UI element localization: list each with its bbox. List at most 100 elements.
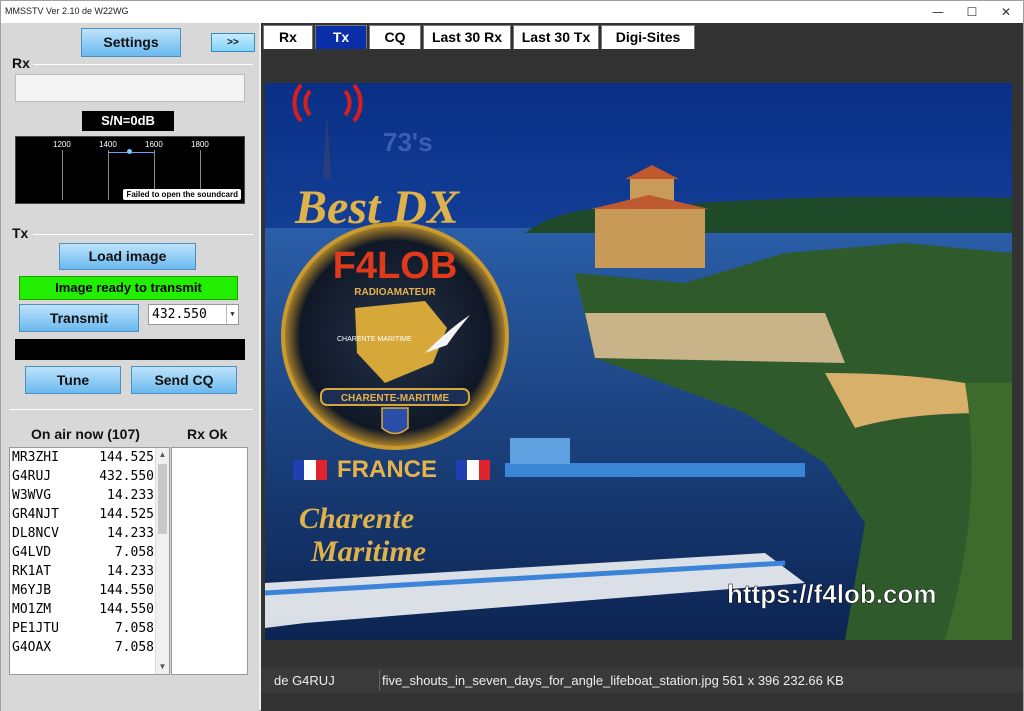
scroll-up-icon[interactable]: ▲ [156, 448, 169, 462]
transmit-button[interactable]: Transmit [19, 304, 139, 332]
close-icon[interactable]: ✕ [989, 1, 1023, 23]
ribbon-label: CHARENTE-MARITIME [341, 393, 450, 404]
station-call: M6YJB [12, 583, 52, 598]
list-item[interactable]: G4OAX 7.058 [12, 640, 154, 658]
tab-digi-sites[interactable]: Digi-Sites [601, 25, 695, 49]
status-bar: de G4RUJ five_shouts_in_seven_days_for_a… [261, 668, 1023, 693]
country-label: FRANCE [337, 456, 437, 483]
settings-button[interactable]: Settings [81, 28, 181, 57]
station-freq: 432.550 [99, 469, 154, 484]
station-call: MR3ZHI [12, 450, 59, 465]
tick-label: 1600 [145, 140, 163, 149]
list-scrollbar[interactable]: ▲ ▼ [155, 448, 169, 674]
control-panel: Settings >> Rx S/N=0dB 1200 1400 1600 18… [1, 23, 259, 711]
list-item[interactable]: G4RUJ 432.550 [12, 469, 154, 487]
status-banner: Image ready to transmit [19, 276, 238, 300]
frequency-select[interactable]: 432.550 ▼ [148, 304, 239, 325]
station-freq: 144.525 [99, 507, 154, 522]
station-call: MO1ZM [12, 602, 52, 617]
region-line2: Maritime [310, 535, 426, 568]
station-freq: 14.233 [107, 564, 154, 579]
rx-divider [33, 64, 253, 65]
callsign-title: F4LOB [333, 245, 458, 287]
tune-button[interactable]: Tune [25, 366, 121, 394]
station-call: DL8NCV [12, 526, 59, 541]
tick-label: 1800 [191, 140, 209, 149]
tab-last-30-rx[interactable]: Last 30 Rx [423, 25, 511, 49]
minimize-icon[interactable]: — [921, 1, 955, 23]
station-call: RK1AT [12, 564, 52, 579]
load-image-button[interactable]: Load image [59, 243, 196, 270]
flag-right-blue [456, 460, 467, 480]
station-freq: 7.058 [114, 640, 154, 655]
station-call: G4OAX [12, 640, 52, 655]
scroll-thumb[interactable] [158, 464, 167, 534]
status-separator [379, 670, 380, 691]
tick-label: 1200 [53, 140, 71, 149]
tab-cq[interactable]: CQ [369, 25, 421, 49]
station-call: GR4NJT [12, 507, 59, 522]
send-cq-button[interactable]: Send CQ [131, 366, 237, 394]
list-item[interactable]: M6YJB 144.550 [12, 583, 154, 601]
maximize-icon[interactable]: ☐ [955, 1, 989, 23]
snr-display: S/N=0dB [82, 111, 174, 131]
station-freq: 144.525 [99, 450, 154, 465]
region-line1: Charente [299, 502, 414, 535]
tab-last-30-tx[interactable]: Last 30 Tx [513, 25, 599, 49]
rock-wall [585, 313, 845, 363]
flag-right-red [479, 460, 490, 480]
file-info: five_shouts_in_seven_days_for_angle_life… [382, 673, 844, 688]
waterfall-display[interactable]: 1200 1400 1600 1800 Failed to open the s… [15, 136, 245, 204]
chevron-down-icon[interactable]: ▼ [226, 305, 238, 324]
fishing-hut-deck [505, 463, 805, 477]
fishing-hut [510, 438, 570, 464]
tx-divider [33, 234, 253, 235]
tick-line [62, 150, 63, 200]
list-item[interactable]: W3WVG 14.233 [12, 488, 154, 506]
rx-ok-header: Rx Ok [187, 426, 228, 442]
list-item[interactable]: PE1JTU 7.058 [12, 621, 154, 639]
frequency-value: 432.550 [152, 307, 207, 322]
tx-image: 73's Best DX F4LOB RADIOAMATEUR CHARENTE… [265, 83, 1012, 640]
title-bar: MMSSTV Ver 2.10 de W22WG — ☐ ✕ [1, 1, 1023, 23]
tab-tx[interactable]: Tx [315, 25, 367, 49]
station-freq: 14.233 [107, 526, 154, 541]
tick-label: 1400 [99, 140, 117, 149]
rx-section-label: Rx [12, 55, 30, 71]
radioamateur-label: RADIOAMATEUR [354, 287, 436, 298]
list-item[interactable]: MO1ZM 144.550 [12, 602, 154, 620]
rx-ok-list[interactable] [171, 447, 248, 675]
rx-text-field[interactable] [15, 74, 245, 102]
station-freq: 7.058 [114, 545, 154, 560]
list-item[interactable]: G4LVD 7.058 [12, 545, 154, 563]
tab-rx[interactable]: Rx [263, 25, 313, 49]
station-freq: 144.550 [99, 602, 154, 617]
tick-line [108, 150, 109, 200]
list-item[interactable]: DL8NCV 14.233 [12, 526, 154, 544]
tx-image-canvas: 73's Best DX F4LOB RADIOAMATEUR CHARENTE… [265, 83, 1012, 640]
expand-button[interactable]: >> [211, 33, 255, 52]
list-item[interactable]: MR3ZHI 144.525 [12, 450, 154, 468]
scroll-down-icon[interactable]: ▼ [156, 660, 169, 674]
flag-left-red [316, 460, 327, 480]
list-item[interactable]: RK1AT 14.233 [12, 564, 154, 582]
tuning-marker [127, 149, 132, 154]
station-list[interactable]: MR3ZHI 144.525 G4RUJ 432.550 W3WVG 14.233 G… [9, 447, 170, 675]
image-panel: Rx Tx CQ Last 30 Rx Last 30 Tx Digi-Site… [261, 23, 1023, 711]
station-call: W3WVG [12, 488, 52, 503]
flag-left-blue [293, 460, 304, 480]
app-window: MMSSTV Ver 2.10 de W22WG — ☐ ✕ Settings … [0, 0, 1024, 711]
tagline: 73's [383, 127, 433, 157]
station-call: PE1JTU [12, 621, 59, 636]
list-divider [9, 409, 253, 410]
soundcard-error: Failed to open the soundcard [123, 189, 241, 200]
list-item[interactable]: GR4NJT 144.525 [12, 507, 154, 525]
region-small-label: CHARENTE MARITIME [337, 336, 412, 343]
de-callsign: de G4RUJ [274, 673, 335, 688]
window-title: MMSSTV Ver 2.10 de W22WG [5, 6, 129, 16]
tx-section-label: Tx [12, 225, 29, 241]
station-freq: 14.233 [107, 488, 154, 503]
on-air-header: On air now (107) [31, 426, 140, 442]
website-url: https://f4lob.com [727, 579, 936, 609]
tx-progress-bar [15, 339, 245, 360]
